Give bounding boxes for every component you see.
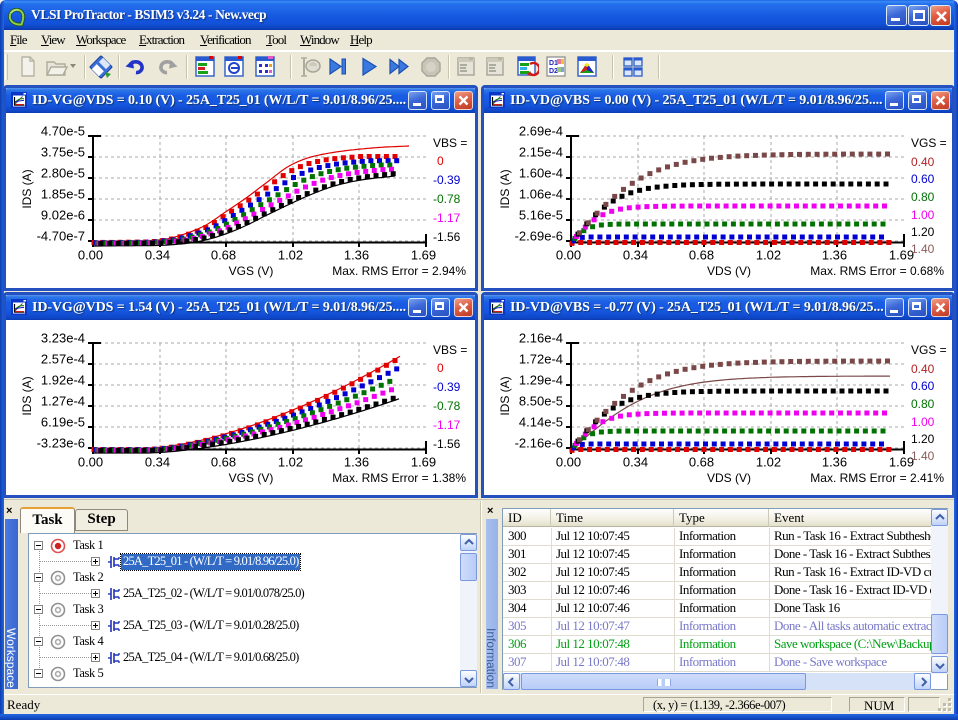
svg-text:1.29e-4: 1.29e-4	[519, 373, 563, 388]
svg-text:2.80e-5: 2.80e-5	[41, 166, 85, 181]
svg-text:0.00: 0.00	[78, 455, 103, 470]
svg-text:1.36: 1.36	[344, 248, 369, 263]
svg-text:1.00: 1.00	[911, 415, 935, 429]
svg-text:-3.23e-6: -3.23e-6	[37, 436, 85, 451]
svg-text:D1: D1	[549, 60, 558, 67]
svg-text:D2: D2	[549, 68, 558, 75]
svg-text:VBS =: VBS =	[433, 136, 467, 150]
svg-text:VGS =: VGS =	[911, 136, 947, 150]
svg-text:6.19e-5: 6.19e-5	[41, 415, 85, 430]
svg-text:0.34: 0.34	[623, 248, 648, 263]
svg-text:IDS (A): IDS (A)	[20, 169, 34, 208]
svg-text:3.75e-5: 3.75e-5	[41, 145, 85, 160]
svg-text:IDS (A): IDS (A)	[498, 169, 512, 208]
svg-text:1.02: 1.02	[278, 248, 303, 263]
svg-text:2.69e-4: 2.69e-4	[519, 124, 563, 139]
svg-text:0.60: 0.60	[911, 379, 935, 393]
svg-text:VBS =: VBS =	[433, 343, 467, 357]
svg-text:1.27e-4: 1.27e-4	[41, 394, 85, 409]
svg-text:IDS (A): IDS (A)	[498, 376, 512, 415]
svg-text:VGS =: VGS =	[911, 343, 947, 357]
svg-text:1.85e-5: 1.85e-5	[41, 187, 85, 202]
svg-text:-2.16e-6: -2.16e-6	[515, 436, 563, 451]
svg-text:Max. RMS Error = 2.41%: Max. RMS Error = 2.41%	[810, 471, 944, 485]
svg-text:-2.69e-6: -2.69e-6	[515, 229, 563, 244]
svg-text:1.69: 1.69	[411, 248, 436, 263]
svg-text:0.40: 0.40	[911, 362, 935, 376]
svg-text:0.40: 0.40	[911, 155, 935, 169]
svg-text:0.68: 0.68	[211, 455, 236, 470]
svg-text:0.68: 0.68	[211, 248, 236, 263]
svg-text:2.57e-4: 2.57e-4	[41, 352, 85, 367]
svg-text:0.68: 0.68	[689, 455, 714, 470]
svg-text:4.70e-5: 4.70e-5	[41, 124, 85, 139]
svg-text:3.23e-4: 3.23e-4	[41, 331, 85, 346]
svg-text:1.36: 1.36	[822, 248, 847, 263]
svg-text:1.20: 1.20	[911, 225, 935, 239]
svg-text:0.80: 0.80	[911, 190, 935, 204]
svg-text:0.00: 0.00	[78, 248, 103, 263]
svg-text:-0.39: -0.39	[433, 380, 461, 394]
svg-text:0: 0	[437, 154, 444, 168]
svg-text:1.92e-4: 1.92e-4	[41, 373, 85, 388]
svg-text:-1.17: -1.17	[433, 418, 461, 432]
svg-text:-0.78: -0.78	[433, 192, 461, 206]
svg-text:1.69: 1.69	[411, 455, 436, 470]
svg-text:5.16e-5: 5.16e-5	[519, 208, 563, 223]
svg-text:0.68: 0.68	[689, 248, 714, 263]
svg-text:0.00: 0.00	[556, 455, 581, 470]
svg-text:VDS (V): VDS (V)	[707, 264, 751, 278]
svg-text:-1.56: -1.56	[433, 437, 461, 451]
svg-text:-1.56: -1.56	[433, 230, 461, 244]
svg-text:Max. RMS Error = 1.38%: Max. RMS Error = 1.38%	[332, 471, 466, 485]
svg-text:1.02: 1.02	[278, 455, 303, 470]
svg-text:1.20: 1.20	[911, 432, 935, 446]
svg-text:0: 0	[437, 361, 444, 375]
svg-text:IDS (A): IDS (A)	[20, 376, 34, 415]
svg-text:4.14e-5: 4.14e-5	[519, 415, 563, 430]
svg-text:0.80: 0.80	[911, 397, 935, 411]
svg-text:2.16e-4: 2.16e-4	[519, 331, 563, 346]
svg-text:0.34: 0.34	[623, 455, 648, 470]
svg-text:9.02e-6: 9.02e-6	[41, 208, 85, 223]
svg-text:-0.39: -0.39	[433, 173, 461, 187]
svg-text:VGS (V): VGS (V)	[229, 471, 274, 485]
svg-text:1.00: 1.00	[911, 208, 935, 222]
svg-text:1.02: 1.02	[756, 248, 781, 263]
svg-text:1.40: 1.40	[911, 449, 935, 463]
svg-text:0.00: 0.00	[556, 248, 581, 263]
svg-text:1.36: 1.36	[344, 455, 369, 470]
svg-text:1.60e-4: 1.60e-4	[519, 166, 563, 181]
svg-text:1.40: 1.40	[911, 242, 935, 256]
svg-text:Max. RMS Error = 0.68%: Max. RMS Error = 0.68%	[810, 264, 944, 278]
svg-text:1.72e-4: 1.72e-4	[519, 352, 563, 367]
svg-text:0.34: 0.34	[145, 455, 170, 470]
svg-text:8.50e-5: 8.50e-5	[519, 394, 563, 409]
svg-text:0.34: 0.34	[145, 248, 170, 263]
svg-text:2.15e-4: 2.15e-4	[519, 145, 563, 160]
svg-text:1.06e-4: 1.06e-4	[519, 187, 563, 202]
svg-text:-4.70e-7: -4.70e-7	[37, 229, 85, 244]
svg-text:-0.78: -0.78	[433, 399, 461, 413]
svg-text:0.60: 0.60	[911, 172, 935, 186]
svg-text:1.36: 1.36	[822, 455, 847, 470]
svg-text:Max. RMS Error = 2.94%: Max. RMS Error = 2.94%	[332, 264, 466, 278]
svg-text:-1.17: -1.17	[433, 211, 461, 225]
svg-text:VDS (V): VDS (V)	[707, 471, 751, 485]
svg-text:VGS (V): VGS (V)	[229, 264, 274, 278]
svg-text:1.02: 1.02	[756, 455, 781, 470]
